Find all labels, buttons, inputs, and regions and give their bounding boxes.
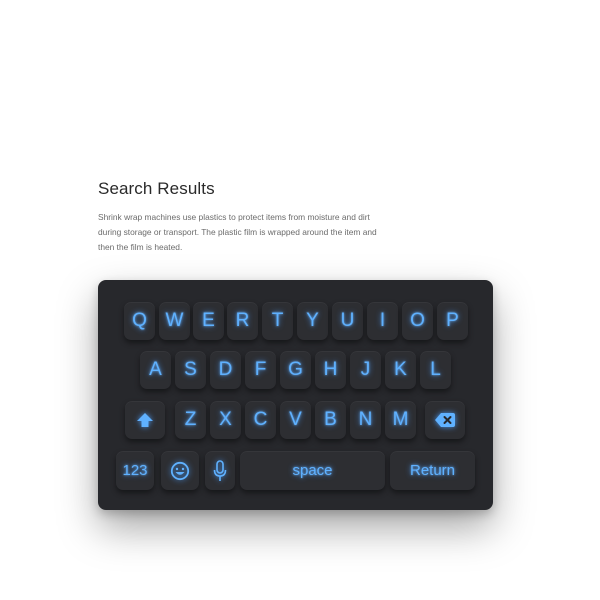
page: Search Results Shrink wrap machines use … (0, 0, 600, 600)
key-u[interactable]: U (332, 302, 363, 340)
key-s[interactable]: S (175, 351, 206, 389)
description-text: Shrink wrap machines use plastics to pro… (98, 212, 377, 252)
return-key[interactable]: Return (390, 451, 475, 490)
key-h[interactable]: H (315, 351, 346, 389)
page-title: Search Results (98, 179, 215, 198)
space-key[interactable]: space (240, 451, 385, 490)
key-q[interactable]: Q (124, 302, 155, 340)
key-t[interactable]: T (262, 302, 293, 340)
key-i[interactable]: I (367, 302, 398, 340)
key-g[interactable]: G (280, 351, 311, 389)
key-d[interactable]: D (210, 351, 241, 389)
emoji-key[interactable] (161, 451, 199, 490)
backspace-icon (435, 413, 455, 427)
key-c[interactable]: C (245, 401, 276, 439)
key-k[interactable]: K (385, 351, 416, 389)
key-x[interactable]: X (210, 401, 241, 439)
emoji-icon (170, 461, 190, 480)
key-r[interactable]: R (227, 302, 258, 340)
key-y[interactable]: Y (297, 302, 328, 340)
key-a[interactable]: A (140, 351, 171, 389)
key-w[interactable]: W (159, 302, 190, 340)
backspace-key[interactable] (425, 401, 465, 439)
key-o[interactable]: O (402, 302, 433, 340)
shift-icon (137, 413, 153, 427)
keyboard: Q W E R T Y U I O P A S D F G H J K L Z … (98, 280, 493, 510)
key-l[interactable]: L (420, 351, 451, 389)
microphone-icon (213, 459, 227, 481)
key-b[interactable]: B (315, 401, 346, 439)
shift-key[interactable] (125, 401, 165, 439)
key-e[interactable]: E (193, 302, 224, 340)
key-p[interactable]: P (437, 302, 468, 340)
key-v[interactable]: V (280, 401, 311, 439)
key-n[interactable]: N (350, 401, 381, 439)
numbers-key[interactable]: 123 (116, 451, 154, 490)
key-f[interactable]: F (245, 351, 276, 389)
key-m[interactable]: M (385, 401, 416, 439)
key-z[interactable]: Z (175, 401, 206, 439)
microphone-key[interactable] (205, 451, 235, 490)
key-j[interactable]: J (350, 351, 381, 389)
